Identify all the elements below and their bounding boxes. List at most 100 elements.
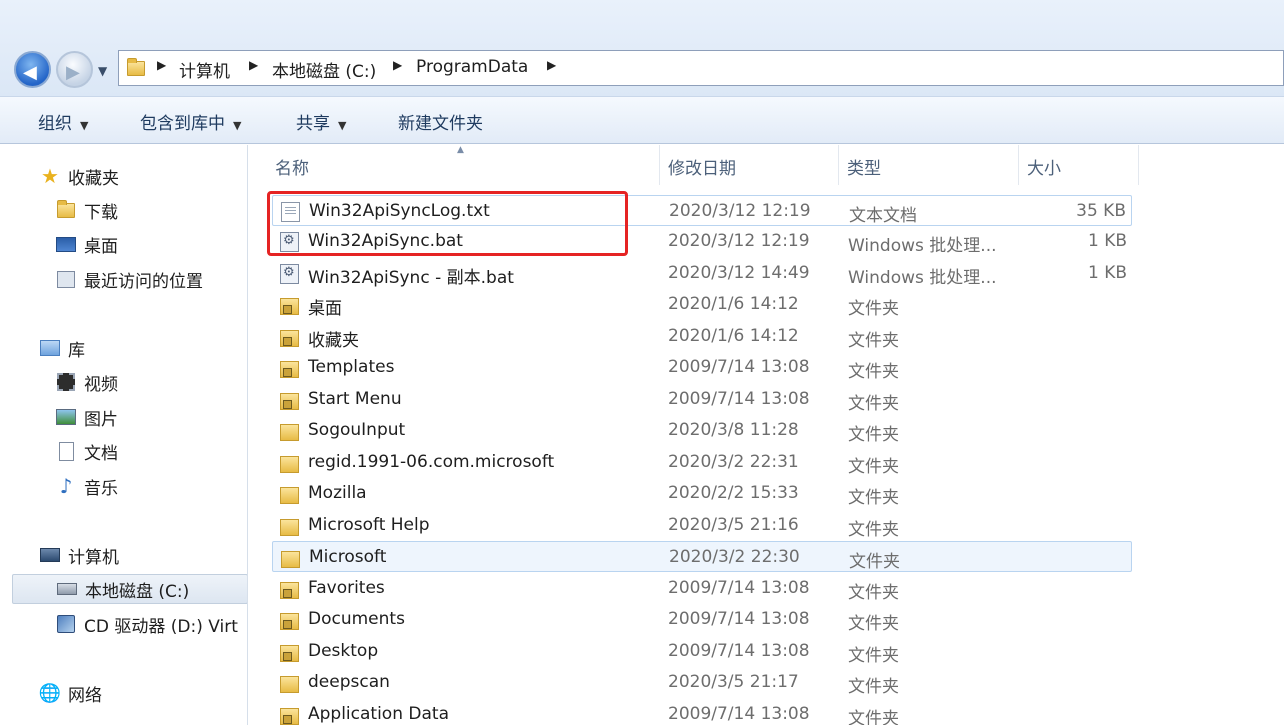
new-folder-button[interactable]: 新建文件夹 <box>398 109 483 134</box>
file-date: 2020/2/2 15:33 <box>668 483 799 503</box>
file-date: 2020/3/5 21:17 <box>668 672 799 692</box>
file-row[interactable]: regid.1991-06.com.microsoft 2020/3/2 22:3… <box>272 447 1132 478</box>
file-name: Mozilla <box>308 483 367 503</box>
file-row[interactable]: 收藏夹 2020/1/6 14:12 文件夹 <box>272 321 1132 352</box>
locked-folder-icon <box>280 361 299 378</box>
sidebar-item-cd-drive[interactable]: CD 驱动器 (D:) Virt <box>56 609 247 639</box>
locked-folder-icon <box>280 708 299 725</box>
locked-folder-icon <box>280 645 299 662</box>
computer-icon <box>40 546 60 564</box>
chevron-right-icon[interactable]: ▶ <box>393 58 402 72</box>
file-date: 2020/1/6 14:12 <box>668 326 799 346</box>
file-date: 2009/7/14 13:08 <box>668 578 810 598</box>
file-row[interactable]: deepscan 2020/3/5 21:17 文件夹 <box>272 667 1132 698</box>
forward-button[interactable]: ▶ <box>56 51 93 88</box>
file-type: 文件夹 <box>848 488 899 508</box>
file-row[interactable]: Desktop 2009/7/14 13:08 文件夹 <box>272 636 1132 667</box>
file-date: 2009/7/14 13:08 <box>668 704 810 724</box>
include-in-library-button[interactable]: 包含到库中 ▼ <box>140 109 241 134</box>
new-folder-label: 新建文件夹 <box>398 114 483 134</box>
file-type: 文件夹 <box>848 394 899 414</box>
file-name: Favorites <box>308 578 385 598</box>
locked-folder-icon <box>280 330 299 347</box>
file-row[interactable]: Favorites 2009/7/14 13:08 文件夹 <box>272 573 1132 604</box>
sidebar-label: 视频 <box>84 374 118 395</box>
sidebar-item-recent[interactable]: 最近访问的位置 <box>56 264 247 294</box>
file-date: 2009/7/14 13:08 <box>668 641 810 661</box>
sidebar-item-network[interactable]: 🌐 网络 <box>38 678 247 708</box>
sidebar-item-favorites[interactable]: ★ 收藏夹 <box>40 161 247 191</box>
sidebar-label: 图片 <box>84 409 118 430</box>
file-row[interactable]: 桌面 2020/1/6 14:12 文件夹 <box>272 289 1132 320</box>
file-row[interactable]: Start Menu 2009/7/14 13:08 文件夹 <box>272 384 1132 415</box>
sidebar-item-local-disk[interactable]: 本地磁盘 (C:) <box>12 574 247 604</box>
file-type: 文件夹 <box>848 520 899 540</box>
sidebar-label: 本地磁盘 (C:) <box>85 581 190 602</box>
sidebar-label: 文档 <box>84 443 118 464</box>
chevron-right-icon[interactable]: ▶ <box>547 58 556 72</box>
chevron-right-icon[interactable]: ▶ <box>249 58 258 72</box>
file-type: 文件夹 <box>848 614 899 634</box>
sidebar-label: 收藏夹 <box>68 168 119 189</box>
file-type: 文件夹 <box>849 552 900 572</box>
file-row[interactable]: Win32ApiSync - 副本.bat 2020/3/12 14:49 Wind… <box>272 258 1132 289</box>
file-row[interactable]: Mozilla 2020/2/2 15:33 文件夹 <box>272 478 1132 509</box>
sidebar-item-music[interactable]: ♪ 音乐 <box>56 471 247 501</box>
column-label: 类型 <box>847 159 881 179</box>
file-name: 收藏夹 <box>308 331 359 351</box>
organize-button[interactable]: 组织 ▼ <box>38 109 88 134</box>
file-type: 文件夹 <box>848 331 899 351</box>
file-row[interactable]: SogouInput 2020/3/8 11:28 文件夹 <box>272 415 1132 446</box>
file-row[interactable]: Application Data 2009/7/14 13:08 文件夹 <box>272 699 1132 725</box>
file-name: Application Data <box>308 704 449 724</box>
file-name: Win32ApiSync - 副本.bat <box>308 268 514 288</box>
back-button[interactable]: ◀ <box>14 51 51 88</box>
history-dropdown-icon[interactable]: ▼ <box>98 64 107 78</box>
breadcrumb-programdata[interactable]: ProgramData <box>416 57 528 77</box>
sidebar-item-computer[interactable]: 计算机 <box>40 540 247 570</box>
picture-library-icon <box>56 408 76 426</box>
address-box[interactable]: ▶ 计算机 ▶ 本地磁盘 (C:) ▶ ProgramData ▶ <box>118 50 1284 86</box>
sidebar-label: 音乐 <box>84 478 118 499</box>
local-disk-icon <box>57 580 77 598</box>
caret-down-icon: ▼ <box>233 119 242 132</box>
file-date: 2020/1/6 14:12 <box>668 294 799 314</box>
network-globe-icon: 🌐 <box>38 682 62 704</box>
file-date: 2020/3/12 12:19 <box>668 231 810 251</box>
file-type: 文件夹 <box>848 457 899 477</box>
file-name: Documents <box>308 609 405 629</box>
column-header-size[interactable]: 大小 <box>1019 145 1139 185</box>
sidebar-item-desktop[interactable]: 桌面 <box>56 229 247 259</box>
chevron-right-icon[interactable]: ▶ <box>157 58 166 72</box>
file-name: regid.1991-06.com.microsoft <box>308 452 555 472</box>
navigation-pane: ★ 收藏夹 下载 桌面 最近访问的位置 库 视频 图片 文档 ♪ 音乐 计算机 … <box>0 145 248 725</box>
file-name: 桌面 <box>308 299 342 319</box>
breadcrumb-computer[interactable]: 计算机 <box>179 57 230 82</box>
column-header-type[interactable]: 类型 <box>839 145 1019 185</box>
music-note-icon: ♪ <box>59 474 73 498</box>
file-size: 1 KB <box>1087 231 1127 251</box>
share-label: 共享 <box>296 114 330 134</box>
sidebar-item-videos[interactable]: 视频 <box>56 367 247 397</box>
file-date: 2020/3/5 21:16 <box>668 515 799 535</box>
file-row[interactable]: Microsoft Help 2020/3/5 21:16 文件夹 <box>272 510 1132 541</box>
sidebar-item-downloads[interactable]: 下载 <box>56 195 247 225</box>
share-button[interactable]: 共享 ▼ <box>296 109 346 134</box>
file-row[interactable]: Templates 2009/7/14 13:08 文件夹 <box>272 352 1132 383</box>
include-library-label: 包含到库中 <box>140 114 225 134</box>
file-name: deepscan <box>308 672 390 692</box>
locked-folder-icon <box>280 582 299 599</box>
sidebar-label: 下载 <box>84 202 118 223</box>
file-type: 文件夹 <box>848 362 899 382</box>
address-bar-area: ◀ ▶ ▼ ▶ 计算机 ▶ 本地磁盘 (C:) ▶ ProgramData ▶ <box>0 0 1284 96</box>
file-type: 文件夹 <box>848 709 899 725</box>
file-size: 35 KB <box>1076 201 1126 221</box>
sidebar-item-documents[interactable]: 文档 <box>56 436 247 466</box>
column-header-date[interactable]: 修改日期 <box>660 145 839 185</box>
breadcrumb-local-disk[interactable]: 本地磁盘 (C:) <box>272 57 376 82</box>
file-row[interactable]: Microsoft 2020/3/2 22:30 文件夹 <box>272 541 1132 572</box>
file-row[interactable]: Documents 2009/7/14 13:08 文件夹 <box>272 604 1132 635</box>
sidebar-item-pictures[interactable]: 图片 <box>56 402 247 432</box>
sidebar-item-libraries[interactable]: 库 <box>40 333 247 363</box>
file-date: 2020/3/2 22:31 <box>668 452 799 472</box>
